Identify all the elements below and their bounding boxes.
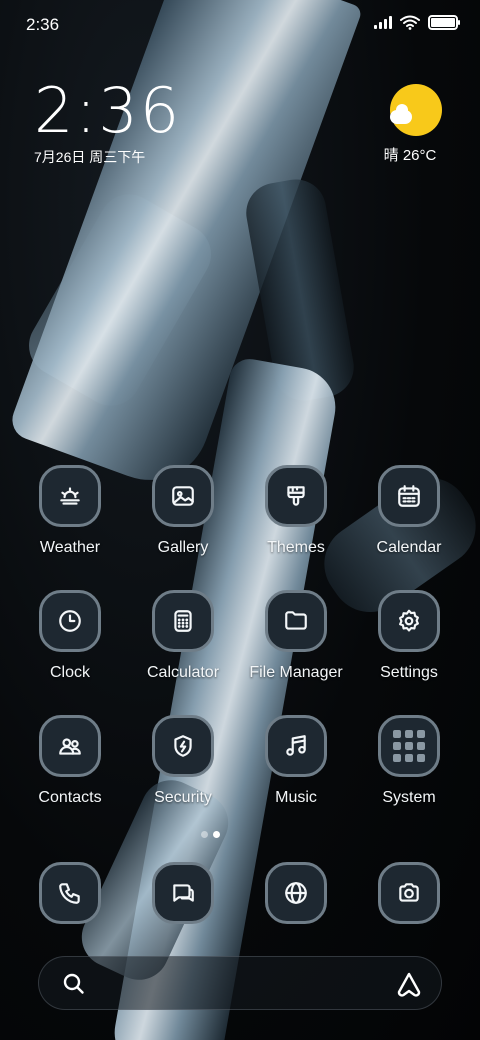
search-icon[interactable] (61, 971, 87, 997)
app-gallery[interactable]: Gallery (128, 465, 238, 557)
app-clock[interactable]: Clock (15, 590, 125, 682)
dock-browser[interactable] (241, 862, 351, 924)
app-themes[interactable]: Themes (241, 465, 351, 557)
app-contacts[interactable]: Contacts (15, 715, 125, 807)
phone-icon (39, 862, 101, 924)
camera-icon (378, 862, 440, 924)
folder-grid-icon (378, 715, 440, 777)
browser-icon (265, 862, 327, 924)
app-label: Weather (39, 539, 101, 556)
weather-widget[interactable]: 晴 26°C (384, 84, 446, 165)
widget-date: 7月26日 周三下午 (34, 149, 146, 165)
gallery-icon (152, 465, 214, 527)
app-weather[interactable]: Weather (15, 465, 125, 557)
contacts-icon (39, 715, 101, 777)
status-icons (374, 15, 460, 30)
app-label: File Manager (249, 664, 343, 681)
app-label: Settings (380, 664, 438, 681)
assistant-icon[interactable] (395, 970, 423, 998)
dock-messages[interactable] (128, 862, 238, 924)
page-dot-active (213, 831, 220, 838)
messages-icon (152, 862, 214, 924)
app-label: Clock (49, 664, 90, 681)
page-indicator (201, 831, 220, 838)
folder-icon (265, 590, 327, 652)
app-label: Calculator (146, 664, 220, 681)
clock-widget[interactable]: 2:36 7月26日 周三下午 (34, 80, 181, 167)
music-icon (265, 715, 327, 777)
widget-time: 2:36 (34, 74, 182, 147)
sunny-cloud-icon (390, 84, 442, 136)
page-dot (201, 831, 208, 838)
dock-phone[interactable] (15, 862, 125, 924)
calculator-icon (152, 590, 214, 652)
status-time: 2:36 (26, 15, 60, 34)
weather-icon (39, 465, 101, 527)
app-label: Calendar (376, 539, 442, 556)
app-label: Contacts (38, 789, 102, 806)
shield-icon (152, 715, 214, 777)
app-security[interactable]: Security (128, 715, 238, 807)
app-file-manager[interactable]: File Manager (241, 590, 351, 682)
gear-icon (378, 590, 440, 652)
app-label: Security (154, 789, 212, 806)
app-label: System (382, 789, 436, 806)
app-label: Music (275, 789, 317, 806)
battery-icon (428, 15, 460, 30)
app-system-folder[interactable]: System (354, 715, 464, 807)
app-label: Gallery (157, 539, 209, 556)
app-music[interactable]: Music (241, 715, 351, 807)
wifi-icon (400, 15, 420, 30)
calendar-icon (378, 465, 440, 527)
app-label: Themes (267, 539, 325, 556)
app-calendar[interactable]: Calendar (354, 465, 464, 557)
status-bar: 2:36 (0, 0, 480, 50)
signal-icon (374, 16, 392, 29)
dock-camera[interactable] (354, 862, 464, 924)
app-calculator[interactable]: Calculator (128, 590, 238, 682)
weather-text: 晴 26°C (383, 147, 437, 164)
themes-icon (265, 465, 327, 527)
app-settings[interactable]: Settings (354, 590, 464, 682)
clock-icon (39, 590, 101, 652)
search-bar[interactable] (38, 956, 442, 1010)
